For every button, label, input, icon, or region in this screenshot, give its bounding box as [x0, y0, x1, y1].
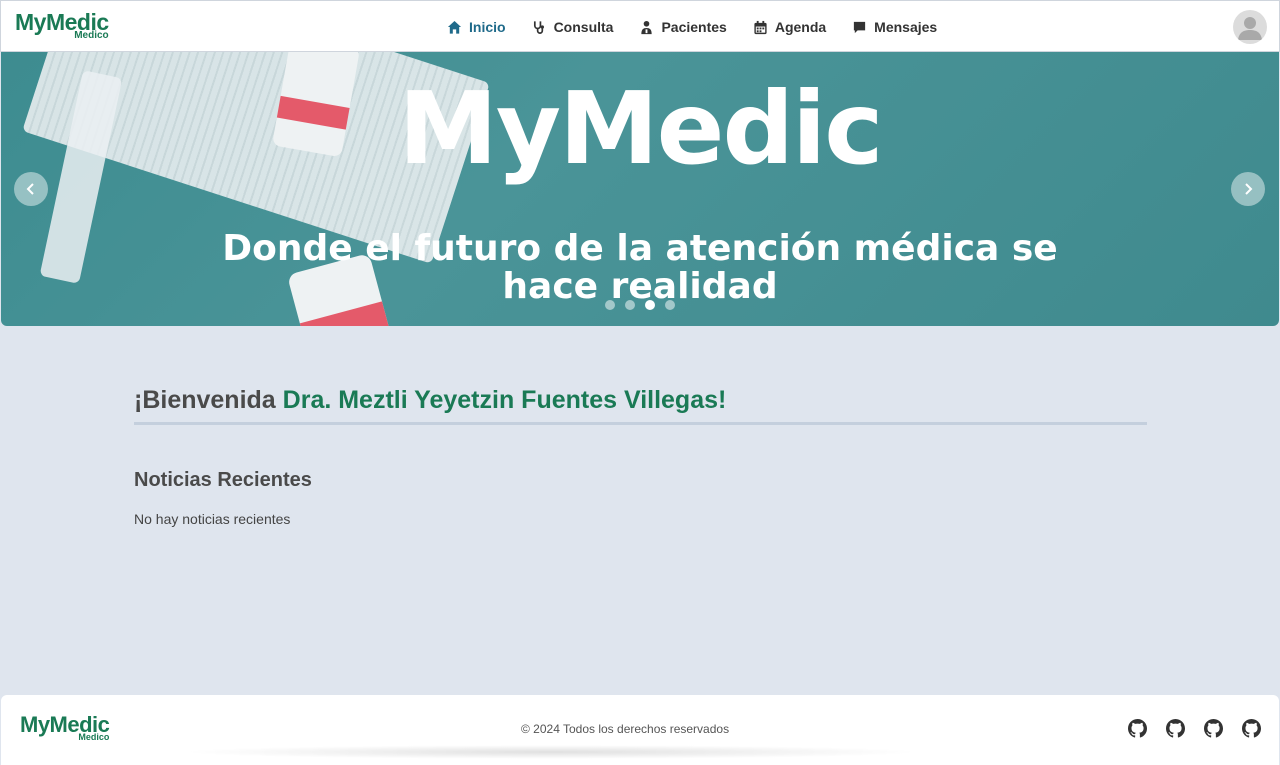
hero-carousel: MyMedic Donde el futuro de la atención m…: [1, 52, 1279, 326]
brand-logo[interactable]: MyMedic Medico: [15, 11, 109, 41]
message-icon: [854, 21, 866, 33]
carousel-prev-button[interactable]: [14, 172, 48, 206]
banner-subtitle: Donde el futuro de la atención médica se…: [1, 230, 1279, 306]
navbar: MyMedic Medico Inicio Consulta Pacientes…: [0, 0, 1280, 52]
patient-icon: [641, 20, 653, 34]
carousel-dot[interactable]: [605, 300, 615, 310]
banner-title: MyMedic: [398, 70, 883, 187]
carousel-dot[interactable]: [645, 300, 655, 310]
banner-subtitle-line1: Donde el futuro de la atención médica se: [222, 228, 1058, 269]
github-icon[interactable]: [1166, 719, 1185, 738]
home-icon: [447, 20, 462, 34]
nav-item-inicio[interactable]: Inicio: [447, 19, 506, 35]
divider: [134, 422, 1147, 425]
carousel-indicators: [605, 300, 675, 310]
footer-shadow: [181, 745, 921, 759]
carousel-next-button[interactable]: [1231, 172, 1265, 206]
nav-links: Inicio Consulta Pacientes Agenda Mensaje…: [447, 1, 963, 53]
news-empty-message: No hay noticias recientes: [134, 511, 291, 527]
github-icon[interactable]: [1204, 719, 1223, 738]
github-icon[interactable]: [1128, 719, 1147, 738]
user-avatar[interactable]: [1233, 10, 1267, 44]
carousel-dot[interactable]: [665, 300, 675, 310]
nav-item-pacientes[interactable]: Pacientes: [639, 19, 727, 35]
footer: MyMedic Medico © 2024 Todos los derechos…: [1, 695, 1279, 765]
nav-label: Agenda: [774, 19, 827, 35]
nav-label: Inicio: [469, 19, 506, 35]
nav-label: Mensajes: [874, 19, 938, 35]
doctor-name: Dra. Meztli Yeyetzin Fuentes Villegas!: [282, 386, 727, 414]
welcome-heading: ¡Bienvenida Dra. Meztli Yeyetzin Fuentes…: [134, 386, 726, 415]
news-title: Noticias Recientes: [134, 469, 312, 491]
welcome-prefix: ¡Bienvenida: [134, 386, 283, 414]
copyright-text: © 2024 Todos los derechos reservados: [521, 722, 730, 736]
brand-sub: Medico: [78, 732, 110, 742]
chevron-left-icon: [26, 183, 34, 195]
nav-label: Pacientes: [661, 19, 727, 35]
social-links: [1128, 719, 1261, 738]
footer-logo[interactable]: MyMedic Medico: [20, 714, 110, 742]
nav-item-consulta[interactable]: Consulta: [532, 19, 614, 35]
nav-label: Consulta: [553, 19, 614, 35]
carousel-dot[interactable]: [625, 300, 635, 310]
stethoscope-icon: [533, 20, 544, 34]
github-icon[interactable]: [1242, 719, 1261, 738]
nav-item-agenda[interactable]: Agenda: [753, 19, 826, 35]
user-icon: [1238, 17, 1262, 40]
calendar-icon: [754, 20, 767, 34]
chevron-right-icon: [1245, 183, 1253, 195]
brand-sub: Medico: [74, 30, 109, 41]
nav-item-mensajes[interactable]: Mensajes: [852, 19, 937, 35]
